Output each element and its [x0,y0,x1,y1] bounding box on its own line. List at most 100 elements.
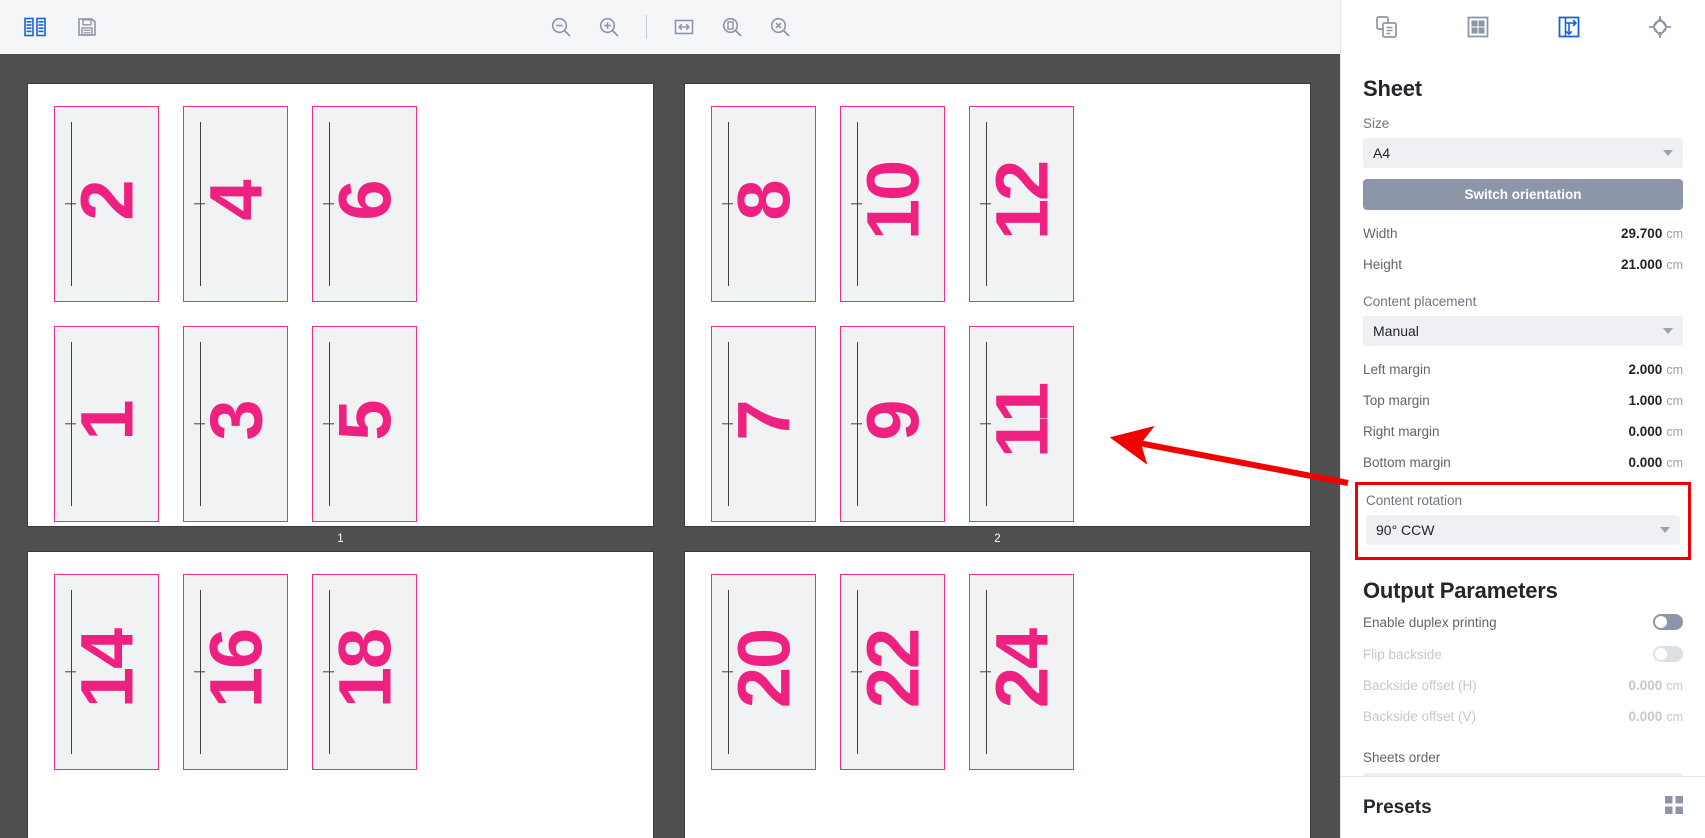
sheet-glyph [1558,16,1579,38]
sheet-label: 1 [337,533,344,545]
panel-tab-bar [1340,0,1705,54]
backside-h-label: Backside offset (H) [1363,678,1477,693]
card-number: 1 [65,401,148,441]
card-slot[interactable]: 18 [312,574,417,770]
card-number: 2 [65,181,148,221]
backside-v-unit: cm [1666,710,1683,724]
content-placement-label: Content placement [1363,294,1477,309]
sheet-preview-4[interactable]: 20 22 24 [685,552,1310,838]
backside-v-row: Backside offset (V) 0.000 cm [1363,709,1683,724]
bottom-margin-unit: cm [1666,456,1683,470]
sheet-preview-3[interactable]: 14 16 18 [28,552,653,838]
flip-backside-label: Flip backside [1363,646,1442,662]
toggle-knob [1655,648,1667,660]
reset-zoom-icon[interactable] [763,10,797,44]
content-rotation-select[interactable]: 90° CCW [1366,515,1680,545]
card-slot[interactable]: 7 [711,326,816,522]
presets-bar[interactable]: Presets [1341,776,1705,838]
right-margin-unit: cm [1666,425,1683,439]
backside-h-unit: cm [1666,679,1683,693]
card-number: 5 [323,401,406,441]
duplex-toggle[interactable] [1653,614,1683,630]
flip-backside-row: Flip backside [1363,646,1683,662]
bottom-margin-value[interactable]: 0.000 [1629,455,1663,470]
zoom-in-icon[interactable] [592,10,626,44]
spread-view-icon[interactable] [18,10,52,44]
size-select[interactable]: A4 [1363,138,1683,168]
sheet-page-3[interactable]: 14 16 18 [28,552,653,838]
card-slot[interactable]: 16 [183,574,288,770]
card-slot[interactable]: 4 [183,106,288,302]
zoom-out-icon[interactable] [544,10,578,44]
registration-mark-glyph [1648,16,1671,38]
card-slot[interactable]: 11 [969,326,1074,522]
right-margin-value[interactable]: 0.000 [1629,424,1663,439]
content-placement-value: Manual [1373,323,1419,339]
card-number: 4 [194,181,277,221]
top-margin-value[interactable]: 1.000 [1629,393,1663,408]
card-number: 16 [194,629,277,709]
sheet-page-1[interactable]: 2 4 6 1 3 5 [28,84,653,526]
grid-glyph [1665,796,1683,814]
card-slot[interactable]: 20 [711,574,816,770]
card-slot[interactable]: 5 [312,326,417,522]
card-number: 7 [722,401,805,441]
documents-tab-icon[interactable] [1364,5,1410,49]
sheet-preview-2[interactable]: 8 10 12 7 9 11 2 [685,84,1310,552]
reset-zoom-glyph [770,17,789,37]
sheet-label: 2 [994,533,1001,545]
card-number: 9 [851,401,934,441]
backside-v-label: Backside offset (V) [1363,709,1477,724]
card-number: 22 [851,629,934,709]
toolbar-zoom-group [0,10,1340,44]
card-slot[interactable]: 6 [312,106,417,302]
width-value[interactable]: 29.700 [1621,226,1662,241]
height-unit: cm [1666,258,1683,272]
content-rotation-label: Content rotation [1366,493,1463,508]
switch-orientation-button[interactable]: Switch orientation [1363,179,1683,210]
card-slot[interactable]: 2 [54,106,159,302]
actual-size-icon[interactable] [715,10,749,44]
sheet-page-2[interactable]: 8 10 12 7 9 11 [685,84,1310,526]
height-value[interactable]: 21.000 [1621,257,1662,272]
left-margin-value[interactable]: 2.000 [1629,362,1663,377]
fit-width-icon[interactable] [667,10,701,44]
right-margin-label: Right margin [1363,424,1440,439]
content-placement-select[interactable]: Manual [1363,316,1683,346]
bottom-margin-label: Bottom margin [1363,455,1451,470]
card-slot[interactable]: 10 [840,106,945,302]
card-number: 10 [851,161,934,241]
toggle-knob [1655,616,1667,628]
bottom-margin-row: Bottom margin 0.000 cm [1363,455,1683,470]
sheet-tab-icon[interactable] [1546,5,1592,49]
sheets-order-label: Sheets order [1363,750,1441,765]
content-rotation-value: 90° CCW [1376,522,1435,538]
size-label: Size [1363,116,1390,131]
duplex-label: Enable duplex printing [1363,614,1497,630]
chevron-down-icon [1663,328,1673,334]
height-row: Height 21.000 cm [1363,257,1683,272]
preview-canvas[interactable]: 2 4 6 1 3 5 1 8 10 12 7 9 11 2 14 16 18 … [0,54,1340,838]
width-label: Width [1363,226,1398,241]
card-slot[interactable]: 9 [840,326,945,522]
card-number: 14 [65,629,148,709]
card-slot[interactable]: 24 [969,574,1074,770]
backside-h-row: Backside offset (H) 0.000 cm [1363,678,1683,693]
card-slot[interactable]: 8 [711,106,816,302]
sheet-preview-1[interactable]: 2 4 6 1 3 5 1 [28,84,653,552]
flip-backside-toggle[interactable] [1653,646,1683,662]
card-slot[interactable]: 1 [54,326,159,522]
layout-tab-icon[interactable] [1455,5,1501,49]
width-unit: cm [1666,227,1683,241]
card-slot[interactable]: 22 [840,574,945,770]
fit-width-glyph [674,19,693,35]
card-slot[interactable]: 12 [969,106,1074,302]
card-slot[interactable]: 14 [54,574,159,770]
marks-tab-icon[interactable] [1637,5,1683,49]
save-icon[interactable] [70,10,104,44]
grid-icon[interactable] [1665,796,1683,819]
sheet-page-4[interactable]: 20 22 24 [685,552,1310,838]
card-slot[interactable]: 3 [183,326,288,522]
sheet-row-1: 2 4 6 1 3 5 1 8 10 12 7 9 11 2 [0,84,1340,552]
top-toolbar: Generate PDF [0,0,1705,54]
